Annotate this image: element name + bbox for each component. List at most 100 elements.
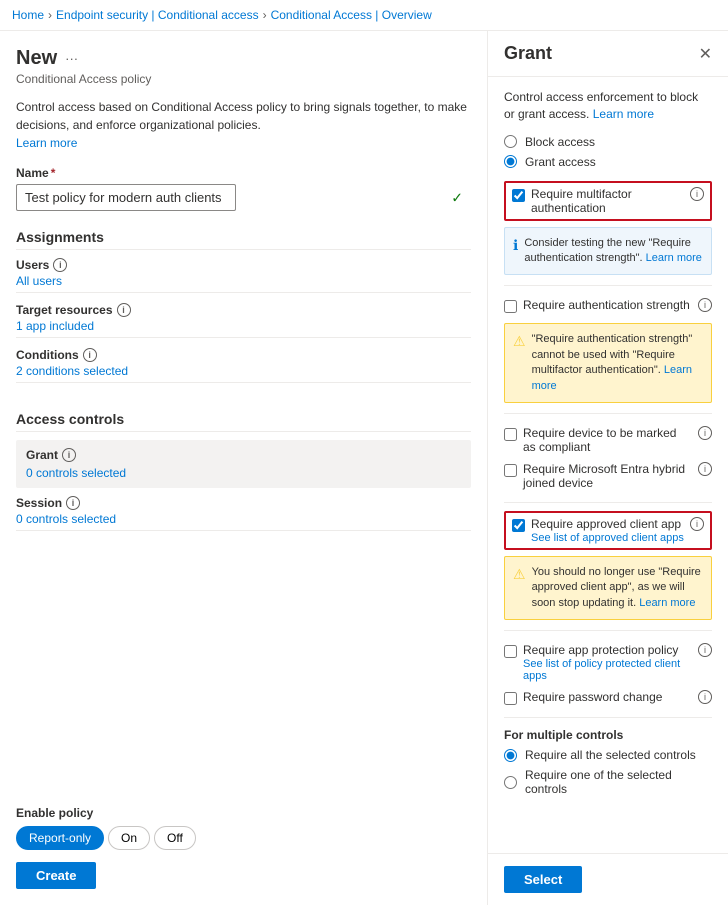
session-value[interactable]: 0 controls selected: [16, 512, 471, 531]
grant-access-option[interactable]: Grant access: [504, 155, 712, 169]
for-multiple-title: For multiple controls: [504, 728, 712, 742]
create-button[interactable]: Create: [16, 862, 96, 889]
auth-strength-option-row: Require authentication strength i: [504, 294, 712, 317]
conditions-info-icon[interactable]: i: [83, 348, 97, 362]
panel-header: Grant ✕: [488, 31, 728, 77]
users-info-icon[interactable]: i: [53, 258, 67, 272]
page-subtitle: Conditional Access policy: [16, 72, 471, 86]
approved-app-label: Require approved client app: [531, 517, 684, 531]
target-resources-field: Target resources i 1 app included: [16, 303, 471, 338]
access-type-radio-group: Block access Grant access: [504, 135, 712, 169]
auth-strength-warning: ⚠ "Require authentication strength" cann…: [504, 323, 712, 403]
name-checkmark-icon: ✓: [451, 189, 463, 206]
breadcrumb-home[interactable]: Home: [12, 8, 44, 22]
mfa-banner-learn-more[interactable]: Learn more: [646, 252, 702, 264]
name-field-wrapper: Test policy for modern auth clients ✓: [16, 184, 471, 211]
users-value[interactable]: All users: [16, 274, 471, 293]
breadcrumb-endpoint[interactable]: Endpoint security | Conditional access: [56, 8, 259, 22]
compliant-label: Require device to be marked as compliant: [523, 426, 692, 454]
for-multiple-section: For multiple controls Require all the se…: [504, 728, 712, 796]
hybrid-info-icon[interactable]: i: [698, 462, 712, 476]
target-resources-value[interactable]: 1 app included: [16, 319, 471, 338]
mfa-info-icon[interactable]: i: [690, 187, 704, 201]
left-panel: New ··· Conditional Access policy Contro…: [0, 31, 488, 905]
toggle-on[interactable]: On: [108, 826, 150, 850]
approved-app-info-icon[interactable]: i: [690, 517, 704, 531]
app-protection-option-row: Require app protection policy See list o…: [504, 639, 712, 686]
mfa-label: Require multifactor authentication: [531, 187, 684, 215]
info-banner-icon: ℹ: [513, 236, 518, 267]
breadcrumb-overview[interactable]: Conditional Access | Overview: [271, 8, 432, 22]
require-all-option[interactable]: Require all the selected controls: [504, 748, 712, 762]
password-change-checkbox[interactable]: [504, 692, 517, 705]
block-access-option[interactable]: Block access: [504, 135, 712, 149]
grant-section: Grant i 0 controls selected: [16, 440, 471, 488]
grant-label: Grant: [26, 448, 58, 462]
enable-policy-label: Enable policy: [16, 806, 471, 820]
page-title: New: [16, 47, 57, 70]
app-protection-checkbox[interactable]: [504, 645, 517, 658]
divider-4: [504, 630, 712, 631]
assignments-section-title: Assignments: [16, 229, 471, 250]
name-label: Name*: [16, 166, 471, 180]
auth-strength-label: Require authentication strength: [523, 298, 692, 312]
compliant-info-icon[interactable]: i: [698, 426, 712, 440]
approved-app-option-row: Require approved client app See list of …: [504, 511, 712, 550]
divider-3: [504, 502, 712, 503]
breadcrumb: Home › Endpoint security | Conditional a…: [0, 0, 728, 31]
auth-strength-info-icon[interactable]: i: [698, 298, 712, 312]
conditions-value[interactable]: 2 conditions selected: [16, 364, 471, 383]
users-field: Users i All users: [16, 258, 471, 293]
page-menu-icon[interactable]: ···: [65, 51, 78, 66]
close-button[interactable]: ✕: [699, 44, 712, 64]
grant-value[interactable]: 0 controls selected: [26, 466, 461, 480]
block-access-radio[interactable]: [504, 135, 517, 148]
approved-app-subtext[interactable]: See list of approved client apps: [531, 532, 684, 544]
compliant-checkbox[interactable]: [504, 428, 517, 441]
select-button[interactable]: Select: [504, 866, 582, 893]
panel-body: Control access enforcement to block or g…: [488, 77, 728, 853]
divider-5: [504, 717, 712, 718]
password-change-info-icon[interactable]: i: [698, 690, 712, 704]
panel-learn-more[interactable]: Learn more: [593, 107, 654, 121]
grant-info-icon[interactable]: i: [62, 448, 76, 462]
app-protection-info-icon[interactable]: i: [698, 643, 712, 657]
policy-toggle: Report-only On Off: [16, 826, 471, 850]
toggle-off[interactable]: Off: [154, 826, 196, 850]
require-one-option[interactable]: Require one of the selected controls: [504, 768, 712, 796]
compliant-option-row: Require device to be marked as compliant…: [504, 422, 712, 458]
mfa-checkbox[interactable]: [512, 189, 525, 202]
mfa-option-row: Require multifactor authentication i: [504, 181, 712, 221]
panel-description: Control access enforcement to block or g…: [504, 89, 712, 123]
grant-panel: Grant ✕ Control access enforcement to bl…: [488, 31, 728, 905]
require-all-radio[interactable]: [504, 749, 517, 762]
approved-app-warning: ⚠ You should no longer use "Require appr…: [504, 556, 712, 620]
approved-app-learn-more[interactable]: Learn more: [639, 597, 695, 609]
app-protection-subtext[interactable]: See list of policy protected client apps: [523, 658, 692, 682]
enable-policy-section: Enable policy Report-only On Off Create: [16, 790, 471, 889]
access-controls-title: Access controls: [16, 411, 471, 432]
warning-icon: ⚠: [513, 332, 526, 394]
page-description: Control access based on Conditional Acce…: [16, 98, 471, 152]
divider-1: [504, 285, 712, 286]
hybrid-checkbox[interactable]: [504, 464, 517, 477]
password-change-label: Require password change: [523, 690, 692, 704]
auth-strength-checkbox[interactable]: [504, 300, 517, 313]
conditions-field: Conditions i 2 conditions selected: [16, 348, 471, 383]
conditions-label: Conditions: [16, 348, 79, 362]
description-learn-more[interactable]: Learn more: [16, 136, 77, 150]
require-one-radio[interactable]: [504, 776, 517, 789]
hybrid-option-row: Require Microsoft Entra hybrid joined de…: [504, 458, 712, 494]
session-info-icon[interactable]: i: [66, 496, 80, 510]
toggle-report-only[interactable]: Report-only: [16, 826, 104, 850]
session-label: Session: [16, 496, 62, 510]
panel-footer: Select: [488, 853, 728, 905]
password-change-option-row: Require password change i: [504, 686, 712, 709]
target-resources-info-icon[interactable]: i: [117, 303, 131, 317]
panel-title: Grant: [504, 43, 552, 64]
grant-access-radio[interactable]: [504, 155, 517, 168]
name-input[interactable]: Test policy for modern auth clients: [16, 184, 236, 211]
hybrid-label: Require Microsoft Entra hybrid joined de…: [523, 462, 692, 490]
users-label: Users: [16, 258, 49, 272]
approved-app-checkbox[interactable]: [512, 519, 525, 532]
